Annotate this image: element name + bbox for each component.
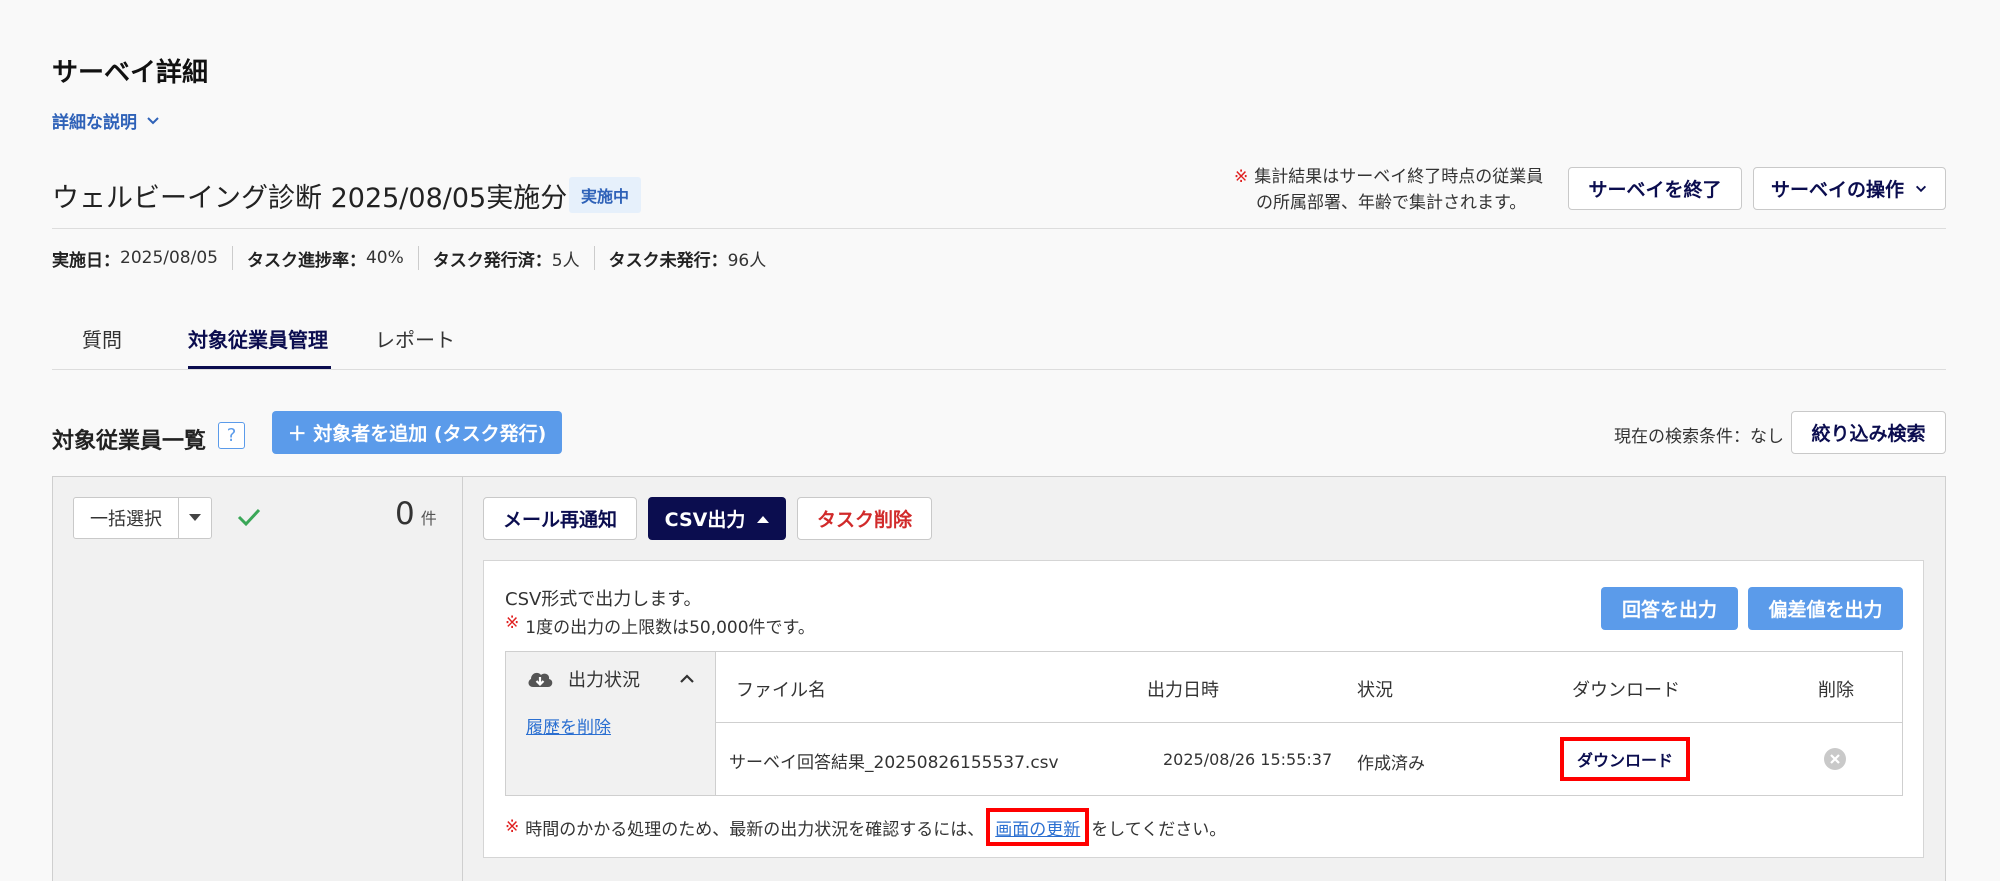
issued-label: タスク発行済： (432, 250, 552, 271)
table-row: サーベイ回答結果_20250826155537.csv 2025/08/26 1… (716, 723, 1902, 795)
notice-line1: 集計結果はサーベイ終了時点の従業員 (1254, 167, 1544, 187)
delete-circle-icon[interactable] (1823, 747, 1847, 771)
meta-divider (593, 246, 595, 270)
csv-export-label: CSV出力 (664, 509, 746, 531)
notice-mark: ※ (1234, 167, 1249, 187)
operations-label: サーベイの操作 (1770, 179, 1904, 201)
selection-count: 0 件 (395, 496, 437, 532)
date-label: 実施日： (52, 250, 120, 271)
meta-row: 実施日： 2025/08/05 タスク進捗率： 40% タスク発行済： 5人 タ… (52, 244, 766, 272)
chevron-down-icon (1915, 185, 1927, 192)
output-status-title: 出力状況 (568, 670, 640, 691)
bulk-select-dropdown[interactable]: 一括選択 (73, 497, 212, 539)
caret-up-icon (757, 515, 770, 523)
status-badge: 実施中 (569, 177, 641, 213)
refresh-notice: ※ 時間のかかる処理のため、最新の出力状況を確認するには、 画面の更新 をしてく… (505, 808, 1226, 846)
meta-divider (417, 246, 419, 270)
panel-divider (462, 477, 463, 881)
check-icon[interactable] (235, 503, 263, 531)
chevron-down-icon (147, 116, 159, 124)
footer-post-text: をしてください。 (1091, 819, 1227, 840)
csv-export-button[interactable]: CSV出力 (648, 497, 786, 540)
footer-pre-text: 時間のかかる処理のため、最新の出力状況を確認するには、 (525, 819, 985, 840)
export-answers-button[interactable]: 回答を出力 (1601, 587, 1738, 630)
notice-line2: の所属部署、年齢で集計されます。 (1256, 193, 1527, 213)
detail-link: 詳細な説明 (52, 113, 137, 133)
clear-history-link[interactable]: 履歴を削除 (526, 713, 611, 738)
refresh-link-text: 画面の更新 (995, 819, 1081, 840)
filter-search-button[interactable]: 絞り込み検索 (1791, 411, 1946, 454)
unissued-value: 96人 (727, 250, 767, 271)
help-icon[interactable]: ? (218, 422, 245, 449)
count-value: 0 (395, 496, 415, 532)
col-download: ダウンロード (1572, 680, 1680, 701)
header-divider (52, 228, 1946, 229)
count-unit: 件 (420, 509, 437, 528)
cloud-download-icon (528, 672, 553, 687)
limit-text: 1度の出力の上限数は50,000件です。 (525, 618, 815, 638)
tabs-divider (52, 369, 1946, 370)
survey-name: ウェルビーイング診断 2025/08/05実施分 (52, 183, 568, 214)
export-deviation-button[interactable]: 偏差値を出力 (1748, 587, 1903, 630)
limit-mark: ※ (505, 613, 520, 633)
detail-toggle[interactable]: 詳細な説明 (52, 108, 161, 133)
date-value: 2025/08/05 (120, 248, 218, 268)
chevron-up-icon[interactable] (678, 672, 696, 686)
tab-target-employees[interactable]: 対象従業員管理 (188, 324, 328, 353)
footer-mark: ※ (505, 817, 520, 837)
row-status: 作成済み (1357, 754, 1425, 774)
output-status-header[interactable]: 出力状況 (526, 666, 696, 692)
col-delete: 削除 (1818, 680, 1854, 701)
search-condition: 現在の検索条件：なし (1614, 427, 1784, 447)
bulk-select-label: 一括選択 (90, 509, 162, 530)
col-status: 状況 (1357, 680, 1393, 701)
col-datetime: 出力日時 (1147, 680, 1219, 701)
delete-task-button[interactable]: タスク削除 (797, 497, 932, 540)
list-title: 対象従業員一覧 (52, 429, 207, 454)
end-survey-button[interactable]: サーベイを終了 (1568, 167, 1742, 210)
unissued-label: タスク未発行： (608, 250, 728, 271)
download-label: ダウンロード (1576, 751, 1673, 770)
row-filename: サーベイ回答結果_20250826155537.csv (729, 753, 1059, 773)
resend-mail-button[interactable]: メール再通知 (483, 497, 637, 540)
col-filename: ファイル名 (736, 680, 826, 701)
issued-value: 5人 (551, 250, 580, 271)
tab-questions[interactable]: 質問 (82, 324, 122, 353)
add-target-button[interactable]: ＋ 対象者を追加 (タスク発行) (272, 411, 562, 454)
tab-report[interactable]: レポート (375, 324, 455, 353)
refresh-link[interactable]: 画面の更新 (986, 808, 1090, 846)
aggregation-notice: ※ 集計結果はサーベイ終了時点の従業員 の所属部署、年齢で集計されます。 (1234, 164, 1543, 216)
caret-down-icon[interactable] (178, 498, 211, 538)
csv-description: CSV形式で出力します。 (505, 589, 702, 610)
progress-label: タスク進捗率： (246, 250, 366, 271)
csv-limit-note: ※ 1度の出力の上限数は50,000件です。 (505, 613, 815, 638)
progress-value: 40% (365, 248, 404, 268)
survey-operations-button[interactable]: サーベイの操作 (1753, 167, 1946, 210)
row-datetime: 2025/08/26 15:55:37 (1163, 750, 1333, 769)
page-title: サーベイ詳細 (52, 58, 209, 88)
meta-divider (231, 246, 233, 270)
download-button[interactable]: ダウンロード (1560, 737, 1690, 781)
